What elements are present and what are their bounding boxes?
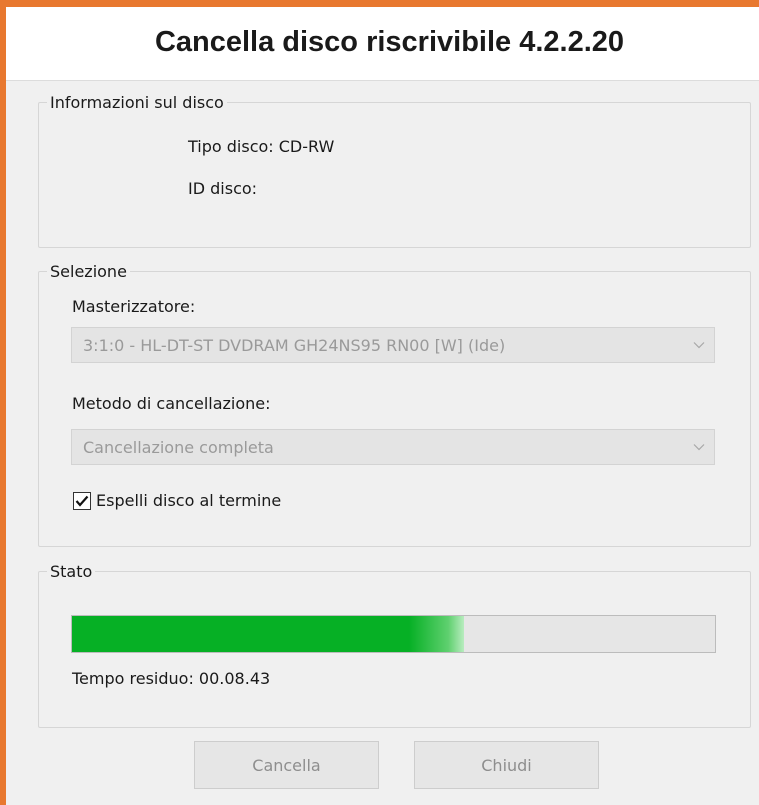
burner-dropdown-value: 3:1:0 - HL-DT-ST DVDRAM GH24NS95 RN00 [W… xyxy=(83,335,506,355)
disc-id-label: ID disco: xyxy=(188,179,258,198)
erase-method-dropdown[interactable]: Cancellazione completa xyxy=(71,429,715,465)
disc-type-label: Tipo disco: CD-RW xyxy=(188,137,335,156)
cancel-button-label: Cancella xyxy=(252,755,321,775)
eject-disc-option[interactable]: Espelli disco al termine xyxy=(73,491,281,510)
status-legend: Stato xyxy=(50,562,93,581)
time-remaining-label: Tempo residuo: 00.08.43 xyxy=(72,669,271,688)
chevron-down-icon xyxy=(684,328,714,362)
cancel-button[interactable]: Cancella xyxy=(194,741,379,789)
eject-disc-label: Espelli disco al termine xyxy=(96,491,282,510)
selection-legend: Selezione xyxy=(50,262,127,281)
window-title: Cancella disco riscrivibile 4.2.2.20 xyxy=(154,26,625,58)
erase-disc-window: Cancella disco riscrivibile 4.2.2.20 Inf… xyxy=(0,0,759,805)
title-bar[interactable]: Cancella disco riscrivibile 4.2.2.20 xyxy=(6,7,759,81)
chevron-down-icon xyxy=(684,430,714,464)
erase-method-dropdown-value: Cancellazione completa xyxy=(83,437,274,457)
burner-dropdown[interactable]: 3:1:0 - HL-DT-ST DVDRAM GH24NS95 RN00 [W… xyxy=(71,327,715,363)
disc-info-legend: Informazioni sul disco xyxy=(50,93,224,112)
burner-label: Masterizzatore: xyxy=(72,297,196,316)
erase-progress-bar xyxy=(71,615,716,653)
progress-fill xyxy=(72,616,465,652)
checkmark-icon xyxy=(75,495,89,507)
disc-info-group: Informazioni sul disco xyxy=(38,93,751,248)
close-button[interactable]: Chiudi xyxy=(414,741,599,789)
close-button-label: Chiudi xyxy=(481,755,532,775)
eject-disc-checkbox[interactable] xyxy=(73,491,91,510)
erase-method-label: Metodo di cancellazione: xyxy=(72,394,271,413)
